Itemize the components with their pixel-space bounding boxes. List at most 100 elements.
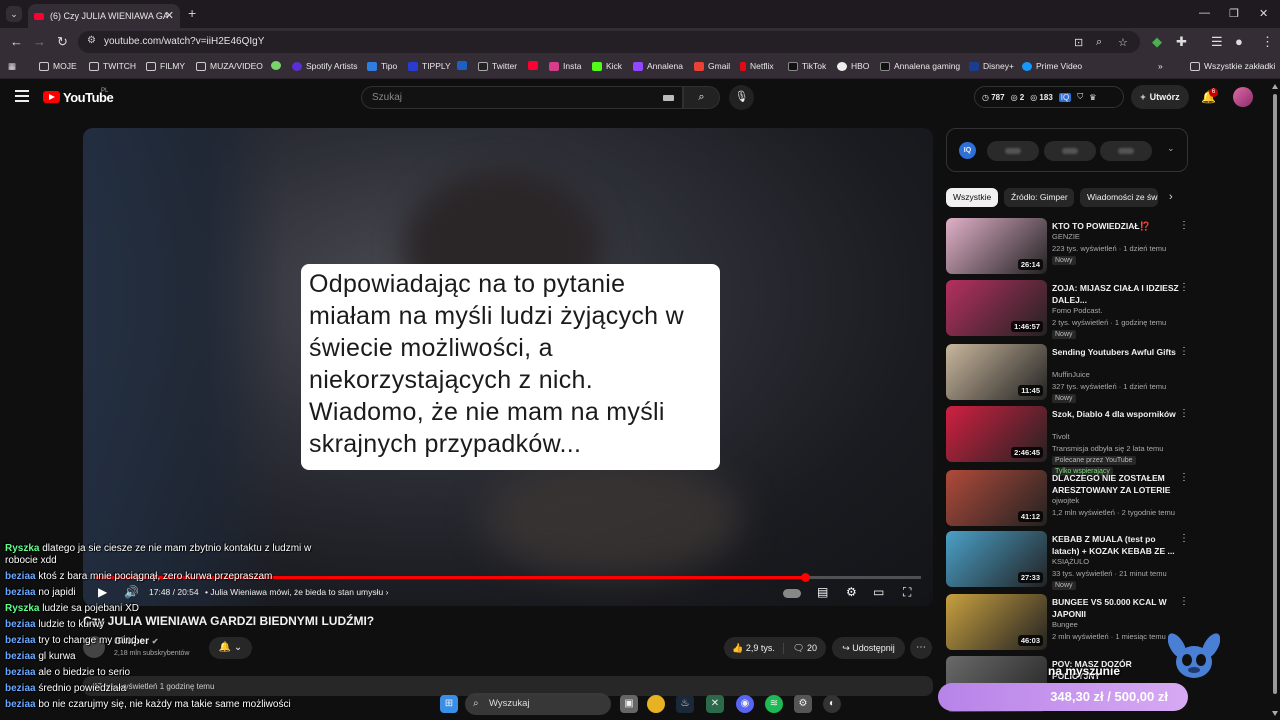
recommended-video[interactable]: 41:12 DLACZEGO NIE ZOSTAŁEM ARESZTOWANY Z… [946,470,1191,528]
tab-search-icon[interactable]: ⌄ [6,6,22,22]
video-title[interactable]: KEBAB Z MUALA (test po latach) + KOZAK K… [1052,533,1180,557]
play-icon[interactable]: ▶ [98,585,107,599]
bookmark-disney[interactable]: Disney+ [969,61,1014,71]
theater-mode-icon[interactable]: ▭ [873,585,884,599]
recommended-video[interactable]: 1:46:57 ZOJA: MIJASZ CIAŁA I IDZIESZ DALE… [946,280,1191,339]
chrome-menu-icon[interactable]: ⋮ [1261,34,1274,50]
video-thumbnail[interactable]: 41:12 [946,470,1047,526]
notification-bell-button[interactable]: 🔔 ⌄ [209,637,252,659]
spotify-icon[interactable]: ≋ [765,695,783,713]
video-title[interactable]: Sending Youtubers Awful Gifts [1052,346,1180,358]
recommended-video[interactable]: 26:14 KTO TO POWIEDZIAŁ⁉️ GENZIE 223 tys. w… [946,218,1191,276]
bookmark-hbo[interactable]: HBO [837,61,869,71]
bookmark-tipply[interactable]: TIPPLY [408,61,451,71]
browser-tab[interactable]: (6) Czy JULIA WIENIAWA GARDZI BIEDNYMI L… [28,4,180,28]
apps-grid-icon[interactable]: ▦ [8,61,16,72]
more-options-icon[interactable]: ⋮ [1179,282,1189,293]
bookmark-paypal[interactable] [457,61,471,70]
video-title[interactable]: KTO TO POWIEDZIAŁ⁉️ [1052,220,1180,232]
xbox-icon[interactable]: ✕ [706,695,724,713]
share-button[interactable]: ↪ Udostępnij [832,637,905,659]
chip-all[interactable]: Wszystkie [946,188,998,207]
more-options-icon[interactable]: ⋮ [1179,472,1189,483]
video-thumbnail[interactable]: 26:14 [946,218,1047,274]
bookmark-star-icon[interactable]: ☆ [1118,36,1128,49]
video-title[interactable]: DLACZEGO NIE ZOSTAŁEM ARESZTOWANY ZA LOT… [1052,472,1180,496]
reload-icon[interactable]: ↻ [57,34,68,50]
maximize-icon[interactable]: ❐ [1229,7,1239,20]
settings-icon[interactable]: ⚙ [794,695,812,713]
minimize-icon[interactable]: — [1199,7,1210,19]
obs-icon[interactable]: ◐ [823,695,841,713]
settings-gear-icon[interactable]: ⚙ [846,585,857,599]
bookmark-annalena-gaming[interactable]: Annalena gaming [880,61,960,71]
address-bar[interactable]: ⚙ youtube.com/watch?v=iiH2E46QIgY ⊡ ⌕ ☆ [78,31,1140,53]
more-options-icon[interactable]: ⋮ [1179,533,1189,544]
more-options-icon[interactable]: ⋮ [1179,408,1189,419]
bookmark-icon[interactable] [271,61,285,70]
steam-icon[interactable]: ♨ [676,695,694,713]
bookmark-moje[interactable]: MOJE [39,61,77,71]
volume-icon[interactable]: 🔊 [124,585,139,599]
search-input[interactable]: Szukaj [361,86,683,109]
chevron-down-icon[interactable]: ⌄ [1167,143,1175,154]
create-button[interactable]: + Utwórz [1131,85,1189,109]
channel-name[interactable]: Fomo Podcast. [1052,306,1102,315]
comments-button[interactable]: 🗨 20 [784,643,826,654]
trophy-icon[interactable]: ♛ [1089,93,1096,102]
forward-icon[interactable]: → [33,34,46,49]
channel-name[interactable]: Bungee [1052,620,1078,629]
video-thumbnail[interactable]: 27:33 [946,531,1047,587]
chrome-icon[interactable] [647,695,665,713]
video-title[interactable]: Szok, Diablo 4 dla wsporników [1052,408,1180,420]
bookmark-muza-video[interactable]: MUZA/VIDEO [196,61,263,71]
extensions-puzzle-icon[interactable]: ✚ [1176,34,1187,50]
recommended-video[interactable]: 27:33 KEBAB Z MUALA (test po latach) + KO… [946,531,1191,590]
bookmark-twitch[interactable]: TWITCH [89,61,136,71]
chapter-title[interactable]: • Julia Wieniawa mówi, że bieda to stan … [205,587,388,597]
shield-icon[interactable]: ⛉ [1077,92,1083,102]
menu-icon[interactable] [15,90,29,102]
task-view-icon[interactable]: ▣ [620,695,638,713]
bookmark-tiktok[interactable]: TikTok [788,61,826,71]
voice-search-button[interactable]: 🎙 [729,85,754,110]
video-title[interactable]: ZOJA: MIJASZ CIAŁA I IDZIESZ DALEJ... [1052,282,1180,306]
bookmark-prime-video[interactable]: Prime Video [1022,61,1082,71]
channel-name[interactable]: Tivolt [1052,432,1070,441]
bookmark-kick[interactable]: Kick [592,61,622,71]
video-thumbnail[interactable]: 46:03 [946,594,1047,650]
recommended-video[interactable]: 2:46:45 Szok, Diablo 4 dla wsporników Tivo… [946,406,1191,476]
like-button[interactable]: 👍 2,9 tys. [724,642,784,654]
bookmark-youtube[interactable] [528,61,542,70]
video-thumbnail[interactable]: 2:46:45 [946,406,1047,462]
bookmark-tipo[interactable]: Tipo [367,61,397,71]
recommended-video[interactable]: 11:45 Sending Youtubers Awful Gifts Muffin… [946,344,1191,403]
bookmark-insta[interactable]: Insta [549,61,581,71]
channel-name[interactable]: GENZIE [1052,232,1080,241]
windows-start-icon[interactable]: ⊞ [440,695,458,713]
iq-icon[interactable]: IQ [1058,92,1072,102]
extension-stats[interactable]: ◷ 787 ◎ 2 ◎ 183 IQ ⛉ ♛ [974,86,1124,108]
bookmark-netflix[interactable]: Netflix [740,61,774,71]
video-thumbnail[interactable]: 1:46:57 [946,280,1047,336]
extension-icon[interactable]: ◆ [1152,34,1162,50]
bookmark-twitter[interactable]: Twitter [478,61,517,71]
bookmark-annalena[interactable]: Annalena [633,61,683,71]
search-button[interactable]: ⌕ [683,86,720,109]
more-actions-button[interactable]: ⋯ [910,637,932,659]
close-tab-icon[interactable]: ✕ [165,9,174,22]
video-thumbnail[interactable]: 11:45 [946,344,1047,400]
taskbar-search[interactable]: Wyszukaj [465,693,611,715]
progress-scrubber[interactable] [801,573,811,582]
channel-name[interactable]: ojwojtek [1052,496,1079,505]
discord-icon[interactable]: ◉ [736,695,754,713]
iq-pill[interactable] [1100,141,1152,161]
iq-pill[interactable] [987,141,1039,161]
more-options-icon[interactable]: ⋮ [1179,220,1189,231]
keyboard-icon[interactable] [663,95,674,101]
more-bookmarks-icon[interactable]: » [1158,61,1163,71]
zoom-icon[interactable]: ⌕ [1096,36,1102,49]
youtube-logo-icon[interactable] [43,91,60,103]
channel-name[interactable]: KSIĄŻULO [1052,557,1089,566]
reading-list-icon[interactable]: ☰ [1211,34,1223,50]
